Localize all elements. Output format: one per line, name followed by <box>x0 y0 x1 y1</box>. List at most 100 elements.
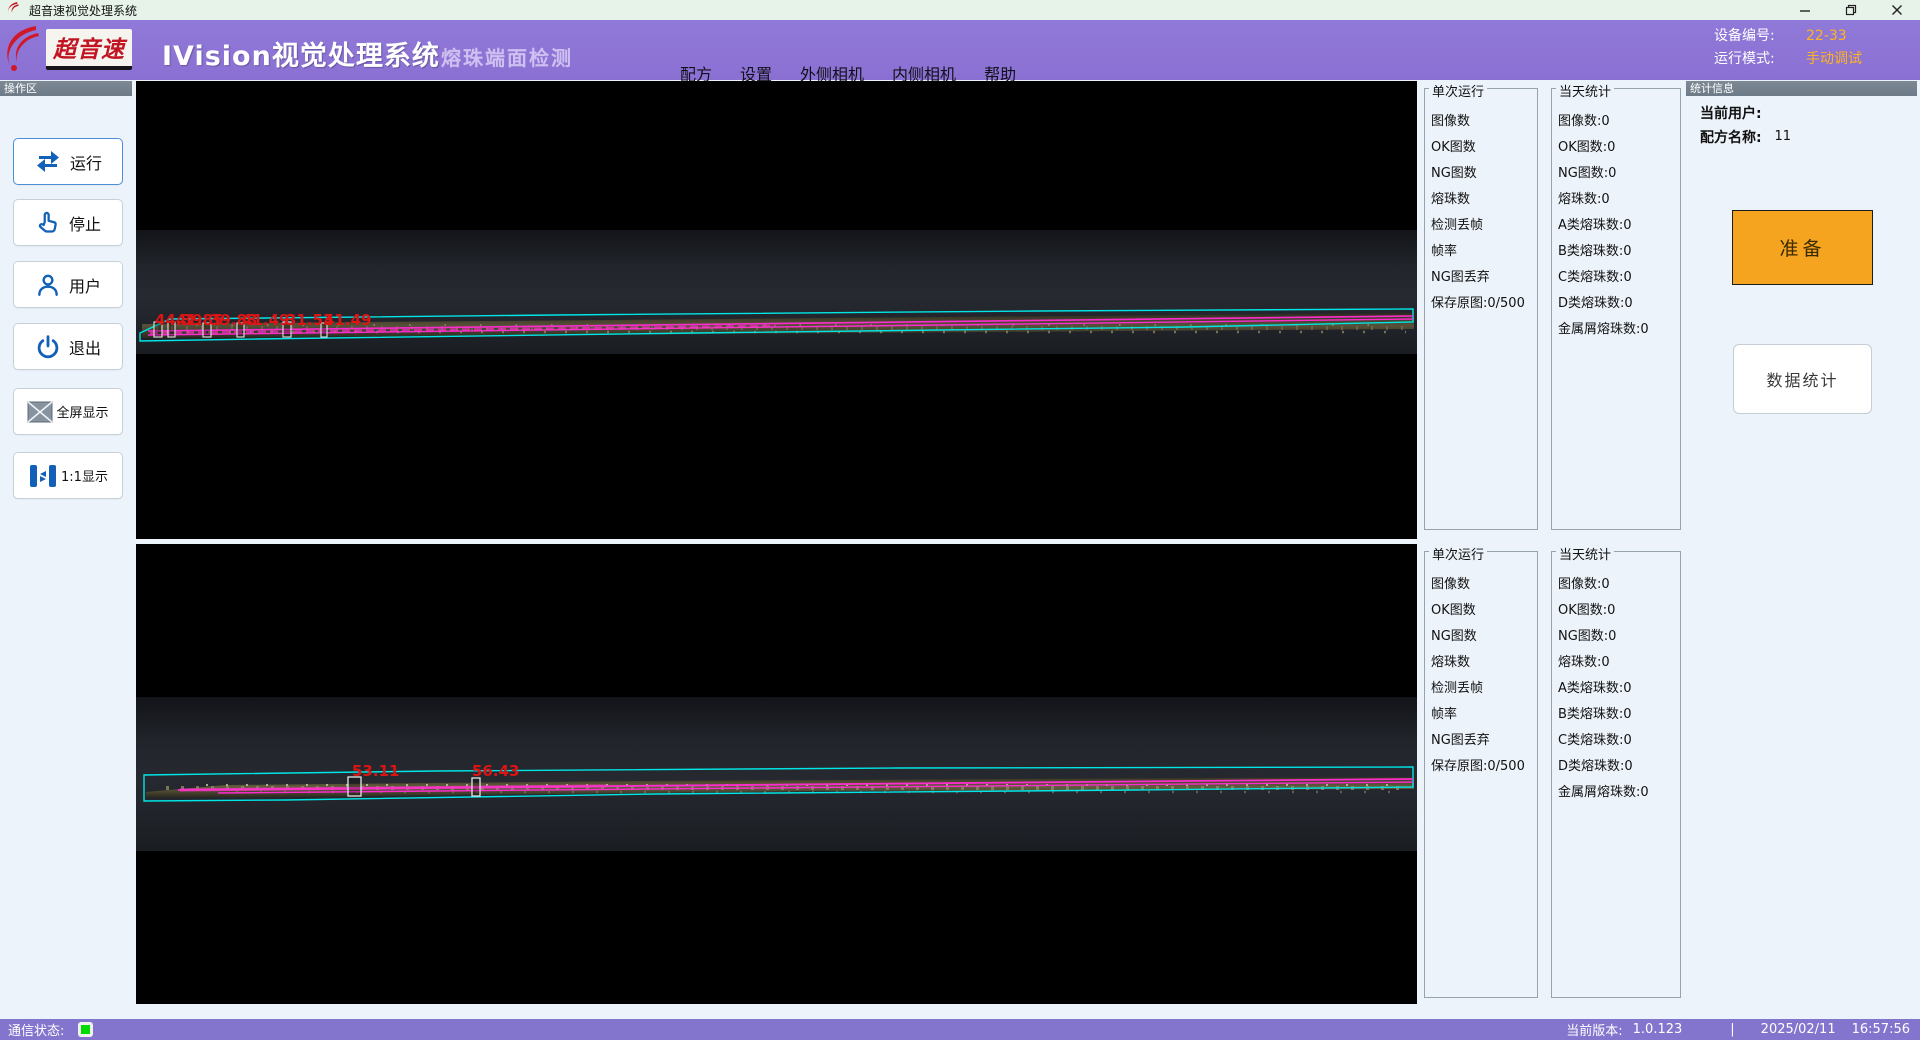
weld-bead-overlay-bottom <box>136 762 1417 814</box>
groupbox-title: 单次运行 <box>1429 544 1487 563</box>
daily-stats-groupbox-top: 当天统计 图像数:0 OK图数:0 NG图数:0 熔珠数:0 A类熔珠数:0 B… <box>1551 88 1681 530</box>
stat-row: D类熔珠数:0 <box>1558 754 1680 780</box>
run-mode-value: 手动调试 <box>1806 48 1862 71</box>
fullscreen-button[interactable]: 全屏显示 <box>13 388 123 435</box>
data-statistics-button[interactable]: 数据统计 <box>1733 344 1872 414</box>
stat-row: OK图数 <box>1431 598 1537 624</box>
brand-logo-text: 超音速 <box>46 29 132 70</box>
stat-row: 熔珠数 <box>1431 650 1537 676</box>
stat-row: NG图数 <box>1431 161 1537 187</box>
run-button-label: 运行 <box>70 150 102 174</box>
groupbox-title: 当天统计 <box>1556 81 1614 100</box>
brand-logo: 超音速 <box>2 24 132 74</box>
stat-row: OK图数:0 <box>1558 598 1680 624</box>
device-id-value: 22-33 <box>1806 25 1847 48</box>
device-id-label: 设备编号: <box>1714 25 1796 48</box>
stat-row: 图像数 <box>1431 572 1537 598</box>
stat-row: D类熔珠数:0 <box>1558 291 1680 317</box>
version-value: 1.0.123 <box>1633 1022 1683 1037</box>
stat-row: B类熔珠数:0 <box>1558 239 1680 265</box>
comm-status-label: 通信状态: <box>8 1020 64 1039</box>
run-button[interactable]: 运行 <box>13 138 123 185</box>
single-run-groupbox-top: 单次运行 图像数 OK图数 NG图数 熔珠数 检测丢帧 帧率 NG图丢弃 保存原… <box>1424 88 1538 530</box>
exit-button-label: 退出 <box>69 335 101 359</box>
close-button[interactable] <box>1874 0 1920 20</box>
fullscreen-button-label: 全屏显示 <box>56 402 108 421</box>
stat-row: NG图数 <box>1431 624 1537 650</box>
measurement-label: 56.43 <box>472 762 519 780</box>
stat-row: 金属屑熔珠数:0 <box>1558 780 1680 806</box>
stat-row: 保存原图:0/500 <box>1431 754 1537 780</box>
stat-row: 帧率 <box>1431 239 1537 265</box>
run-sync-icon <box>34 150 62 174</box>
app-window: 超音速视觉处理系统 超音速 IVision视觉处理系统 熔珠端面检测 配方 设置… <box>0 0 1920 1040</box>
measurement-label: 41.49 <box>324 311 371 329</box>
current-user-row: 当前用户: <box>1700 103 1762 123</box>
stat-row: C类熔珠数:0 <box>1558 728 1680 754</box>
stat-row: 检测丢帧 <box>1431 213 1537 239</box>
recipe-name-row: 配方名称: 11 <box>1700 127 1791 147</box>
inner-camera-view <box>136 544 1417 1004</box>
power-icon <box>35 334 61 360</box>
stat-row: C类熔珠数:0 <box>1558 265 1680 291</box>
app-logo-icon <box>6 1 21 19</box>
one-to-one-icon <box>28 463 58 489</box>
window-titlebar: 超音速视觉处理系统 <box>0 0 1920 20</box>
measurement-label: 41.49 <box>242 311 289 329</box>
recipe-name-value: 11 <box>1774 129 1791 144</box>
app-subtitle: 熔珠端面检测 <box>441 42 573 71</box>
status-time: 16:57:56 <box>1852 1022 1910 1037</box>
stat-row: NG图数:0 <box>1558 624 1680 650</box>
version-label: 当前版本: <box>1566 1020 1622 1039</box>
stat-row: 图像数:0 <box>1558 572 1680 598</box>
comm-status-led <box>78 1022 93 1037</box>
status-bar: 通信状态: 当前版本: 1.0.123 | 2025/02/11 16:57:5… <box>0 1019 1920 1040</box>
stat-row: 图像数 <box>1431 109 1537 135</box>
stat-row: 图像数:0 <box>1558 109 1680 135</box>
restore-button[interactable] <box>1828 0 1874 20</box>
exit-button[interactable]: 退出 <box>13 323 123 370</box>
stat-row: NG图丢弃 <box>1431 265 1537 291</box>
user-button[interactable]: 用户 <box>13 261 123 308</box>
groupbox-title: 当天统计 <box>1556 544 1614 563</box>
operation-area-title: 操作区 <box>0 81 132 96</box>
run-mode-label: 运行模式: <box>1714 48 1796 71</box>
app-header: 超音速 IVision视觉处理系统 熔珠端面检测 配方 设置 外侧相机 内侧相机… <box>0 20 1920 80</box>
stat-row: 熔珠数:0 <box>1558 650 1680 676</box>
stat-row: NG图数:0 <box>1558 161 1680 187</box>
measurement-label: 53.11 <box>352 762 399 780</box>
stat-row: OK图数:0 <box>1558 135 1680 161</box>
stat-row: 熔珠数 <box>1431 187 1537 213</box>
ready-button[interactable]: 准备 <box>1732 210 1873 285</box>
outer-camera-view <box>136 81 1417 539</box>
stat-row: 金属屑熔珠数:0 <box>1558 317 1680 343</box>
stat-row: A类熔珠数:0 <box>1558 213 1680 239</box>
groupbox-title: 单次运行 <box>1429 81 1487 100</box>
stat-row: 熔珠数:0 <box>1558 187 1680 213</box>
stat-row: 帧率 <box>1431 702 1537 728</box>
header-device-info: 设备编号: 22-33 运行模式: 手动调试 <box>1714 25 1862 71</box>
stop-button[interactable]: 停止 <box>13 199 123 246</box>
status-bar-right: 当前版本: 1.0.123 | 2025/02/11 16:57:56 <box>1566 1020 1910 1039</box>
single-run-groupbox-bottom: 单次运行 图像数 OK图数 NG图数 熔珠数 检测丢帧 帧率 NG图丢弃 保存原… <box>1424 551 1538 998</box>
status-separator: | <box>1730 1022 1734 1037</box>
one-to-one-button-label: 1:1显示 <box>61 466 108 485</box>
recipe-name-label: 配方名称: <box>1700 130 1762 146</box>
user-button-label: 用户 <box>69 273 101 297</box>
status-date: 2025/02/11 <box>1761 1022 1836 1037</box>
stat-row: NG图丢弃 <box>1431 728 1537 754</box>
brand-swoosh-icon <box>2 24 46 74</box>
stop-button-label: 停止 <box>69 211 101 235</box>
current-user-label: 当前用户: <box>1700 106 1762 122</box>
daily-stats-groupbox-bottom: 当天统计 图像数:0 OK图数:0 NG图数:0 熔珠数:0 A类熔珠数:0 B… <box>1551 551 1681 998</box>
one-to-one-button[interactable]: 1:1显示 <box>13 452 123 499</box>
window-title: 超音速视觉处理系统 <box>29 2 137 19</box>
fullscreen-icon <box>27 401 53 423</box>
comm-status-led-green <box>81 1025 90 1034</box>
stat-row: 保存原图:0/500 <box>1431 291 1537 317</box>
stat-row: 检测丢帧 <box>1431 676 1537 702</box>
minimize-button[interactable] <box>1782 0 1828 20</box>
user-icon <box>35 272 61 298</box>
stop-hand-icon <box>35 210 61 236</box>
app-title: IVision视觉处理系统 <box>162 34 440 73</box>
